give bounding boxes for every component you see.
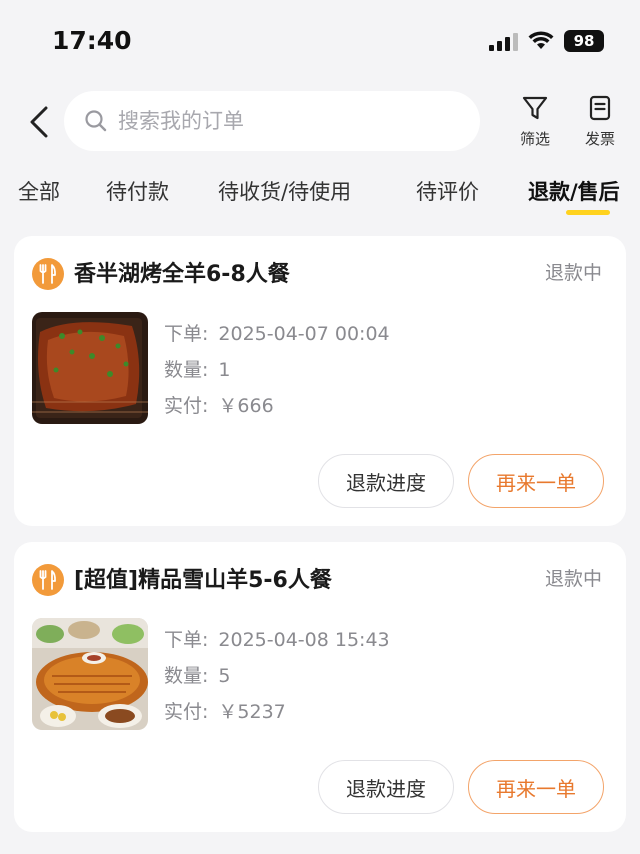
tab-refund-aftersale[interactable]: 退款/售后 [528, 176, 620, 206]
restaurant-icon [32, 564, 64, 596]
paid-row: 实付: ￥666 [164, 388, 390, 424]
tab-pending-review[interactable]: 待评价 [416, 176, 479, 206]
search-box[interactable] [64, 91, 480, 151]
tab-pending-receipt[interactable]: 待收货/待使用 [218, 176, 351, 206]
refund-progress-button[interactable]: 退款进度 [318, 454, 454, 508]
paid-label: 实付: [164, 701, 209, 723]
invoice-label: 发票 [584, 130, 615, 148]
reorder-button[interactable]: 再来一单 [468, 760, 604, 814]
dish-thumbnail[interactable] [32, 618, 148, 730]
order-card[interactable]: 香半湖烤全羊6-8人餐 退款中 下单: 2025-04-07 00:04 数量: 1… [14, 236, 626, 526]
search-icon [85, 110, 107, 132]
search-input[interactable] [118, 109, 438, 133]
order-details: 下单: 2025-04-08 15:43 数量: 5 实付: ￥5237 [164, 622, 390, 730]
quantity: 1 [218, 359, 231, 381]
reorder-button[interactable]: 再来一单 [468, 454, 604, 508]
paid-amount: ￥5237 [218, 701, 286, 723]
paid-amount: ￥666 [218, 395, 274, 417]
active-tab-indicator [566, 210, 610, 215]
quantity: 5 [218, 665, 231, 687]
quantity-row: 数量: 5 [164, 658, 390, 694]
dish-thumbnail[interactable] [32, 312, 148, 424]
order-title[interactable]: 香半湖烤全羊6-8人餐 [74, 256, 290, 288]
order-time: 2025-04-07 00:04 [218, 323, 390, 345]
invoice-button[interactable]: 发票 [570, 94, 630, 149]
paid-row: 实付: ￥5237 [164, 694, 390, 730]
invoice-icon [589, 95, 611, 121]
tab-pending-payment[interactable]: 待付款 [106, 176, 169, 206]
back-icon[interactable] [24, 102, 54, 142]
filter-button[interactable]: 筛选 [505, 94, 565, 149]
order-card[interactable]: [超值]精品雪山羊5-6人餐 退款中 下单: 2025-04-08 15:43 数… [14, 542, 626, 832]
order-time: 2025-04-08 15:43 [218, 629, 390, 651]
tab-all[interactable]: 全部 [18, 176, 60, 206]
order-time-row: 下单: 2025-04-07 00:04 [164, 316, 390, 352]
quantity-label: 数量: [164, 665, 209, 687]
filter-label: 筛选 [519, 130, 550, 148]
status-bar: 17:40 98 [0, 0, 640, 80]
wifi-icon [528, 31, 554, 49]
battery-indicator: 98 [564, 30, 604, 52]
order-time-label: 下单: [164, 323, 209, 345]
status-time: 17:40 [52, 26, 132, 55]
quantity-row: 数量: 1 [164, 352, 390, 388]
order-time-row: 下单: 2025-04-08 15:43 [164, 622, 390, 658]
search-row: 筛选 发票 [0, 88, 640, 158]
quantity-label: 数量: [164, 359, 209, 381]
restaurant-icon [32, 258, 64, 290]
order-time-label: 下单: [164, 629, 209, 651]
order-status: 退款中 [544, 568, 602, 590]
paid-label: 实付: [164, 395, 209, 417]
order-status: 退款中 [544, 262, 602, 284]
order-details: 下单: 2025-04-07 00:04 数量: 1 实付: ￥666 [164, 316, 390, 424]
signal-icon [489, 31, 518, 51]
filter-icon [522, 96, 548, 120]
order-tabs: 全部 待付款 待收货/待使用 待评价 退款/售后 [0, 170, 640, 220]
refund-progress-button[interactable]: 退款进度 [318, 760, 454, 814]
status-icons: 98 [489, 30, 604, 52]
order-title[interactable]: [超值]精品雪山羊5-6人餐 [74, 562, 332, 594]
